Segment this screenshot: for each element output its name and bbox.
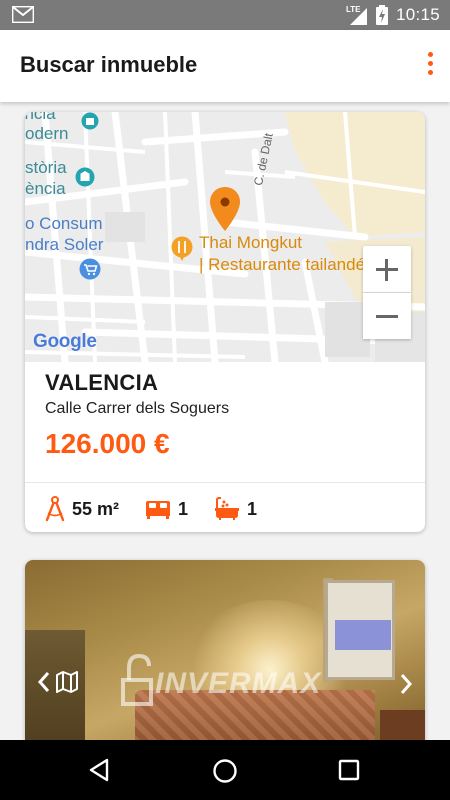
clock: 10:15 (395, 5, 440, 24)
museum-icon (81, 112, 99, 130)
museum-icon (75, 167, 95, 187)
map-label: stòria ència (25, 158, 67, 198)
google-logo: Google (33, 331, 97, 352)
listing-info[interactable]: VALENCIA Calle Carrer dels Soguers 126.0… (25, 362, 425, 532)
recent-apps-icon[interactable] (338, 759, 360, 781)
bedrooms-value: 1 (178, 498, 189, 519)
listing-photo[interactable]: INVERMAX (25, 560, 425, 740)
back-icon[interactable] (88, 758, 110, 782)
battery-charging-icon (375, 5, 388, 25)
shopping-cart-icon (79, 258, 101, 280)
map-label: ència odern (25, 112, 69, 143)
network-type: LTE (345, 5, 361, 14)
page-title: Buscar inmueble (20, 52, 198, 77)
listing-features: 55 m² 1 1 (45, 494, 283, 524)
photo-nav-left (37, 670, 79, 694)
listing-price: 126.000 € (45, 428, 170, 459)
map-label: Thai Mongkut | Restaurante tailandés (199, 233, 374, 274)
app-bar: Buscar inmueble (0, 30, 450, 102)
restaurant-icon (171, 236, 193, 261)
location-pin-icon (210, 187, 240, 231)
bathrooms-feature: 1 (214, 497, 257, 521)
listing-feed[interactable]: ència odern stòria ència o Consum ndra S… (0, 102, 450, 740)
photo-watermark: INVERMAX (155, 667, 322, 700)
chevron-right-icon[interactable] (399, 673, 413, 695)
bedrooms-feature: 1 (145, 499, 188, 520)
listing-street: Calle Carrer dels Soguers (45, 400, 230, 417)
zoom-out-button[interactable] (363, 293, 411, 339)
home-icon[interactable] (212, 758, 238, 784)
bed-icon (146, 501, 171, 519)
location-map[interactable]: ència odern stòria ència o Consum ndra S… (25, 112, 425, 362)
map-label: o Consum ndra Soler (25, 214, 104, 254)
status-bar: LTE 10:15 (0, 0, 450, 30)
bathtub-icon (215, 497, 240, 520)
listing-city: VALENCIA (45, 370, 159, 395)
bathrooms-value: 1 (247, 498, 258, 519)
area-value: 55 m² (72, 498, 120, 519)
divider (25, 482, 425, 483)
chevron-left-icon[interactable] (37, 671, 51, 693)
listing-card[interactable]: ència odern stòria ència o Consum ndra S… (25, 112, 425, 532)
compass-icon (45, 496, 65, 522)
watermark-logo-icon (121, 653, 153, 706)
gmail-notification-icon (12, 6, 34, 23)
zoom-in-button[interactable] (363, 246, 411, 292)
map-icon[interactable] (55, 670, 79, 694)
more-vert-icon[interactable] (424, 52, 436, 80)
system-nav-bar (0, 740, 450, 800)
lte-signal-icon: LTE (346, 4, 368, 26)
area-feature: 55 m² (45, 496, 119, 522)
listing-card[interactable]: INVERMAX (25, 560, 425, 740)
